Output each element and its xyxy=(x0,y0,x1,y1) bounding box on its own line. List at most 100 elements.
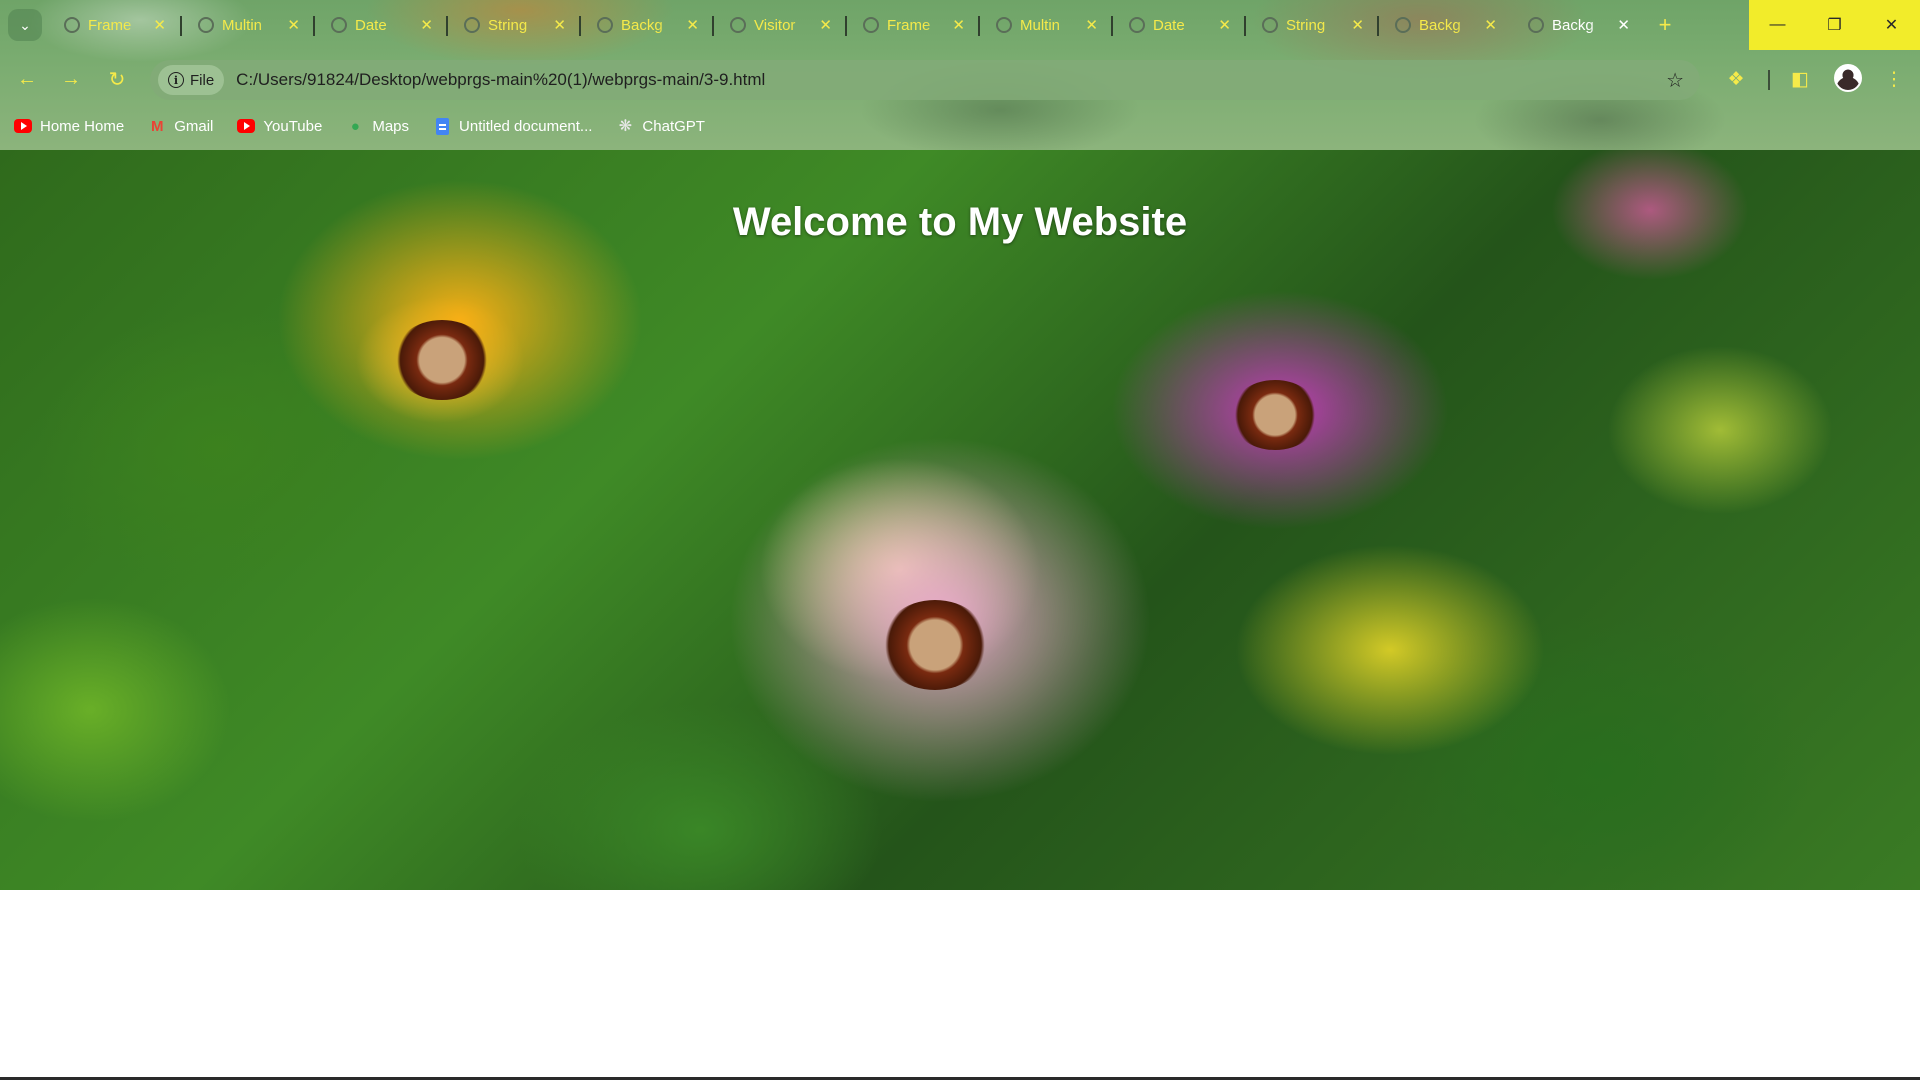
site-info-chip[interactable]: i File xyxy=(158,65,225,95)
tab-separator xyxy=(180,16,182,36)
globe-icon xyxy=(1262,17,1278,33)
close-window-button[interactable]: ✕ xyxy=(1863,0,1920,50)
globe-icon xyxy=(198,17,214,33)
tab[interactable]: Date ✕ xyxy=(1117,8,1241,42)
tab-search-button[interactable]: ⌄ xyxy=(8,9,42,41)
tab-separator xyxy=(446,16,448,36)
tab[interactable]: Backg ✕ xyxy=(1383,8,1507,42)
side-panel-icon[interactable]: ◧ xyxy=(1786,65,1814,93)
browser-chrome: ⌄ Frame ✕ Multin ✕ Date ✕ String ✕ Backg xyxy=(0,0,1920,150)
close-tab-icon[interactable]: ✕ xyxy=(819,16,832,34)
bookmark-label: Gmail xyxy=(174,117,214,135)
globe-icon xyxy=(597,17,613,33)
bookmark-home-home[interactable]: Home Home xyxy=(14,118,124,135)
globe-icon xyxy=(1395,17,1411,33)
docs-icon xyxy=(433,117,451,135)
tab-title: Backg xyxy=(621,16,663,34)
bookmark-gmail[interactable]: M Gmail xyxy=(148,118,213,135)
url-text[interactable]: C:/Users/91824/Desktop/webprgs-main%20(1… xyxy=(236,70,765,90)
tab-title: Frame xyxy=(88,16,132,34)
youtube-icon xyxy=(237,119,256,133)
close-tab-icon[interactable]: ✕ xyxy=(1617,16,1630,34)
tab-separator xyxy=(1377,16,1379,36)
tab-title: Multin xyxy=(222,16,263,34)
close-tab-icon[interactable]: ✕ xyxy=(153,16,166,34)
globe-icon xyxy=(64,17,80,33)
bookmark-untitled-document[interactable]: Untitled document... xyxy=(433,117,592,135)
info-icon: i xyxy=(168,72,184,88)
bookmark-label: ChatGPT xyxy=(642,117,705,135)
close-tab-icon[interactable]: ✕ xyxy=(287,16,300,34)
forward-button[interactable]: → xyxy=(56,64,86,94)
toolbar: ← → ↻ i File C:/Users/91824/Desktop/webp… xyxy=(0,58,1920,100)
tab-title: Visitor xyxy=(754,16,796,34)
tab-separator xyxy=(1111,16,1113,36)
arrow-right-icon: → xyxy=(61,67,81,90)
tab-title: String xyxy=(488,16,528,34)
back-button[interactable]: ← xyxy=(12,64,42,94)
minimize-button[interactable]: — xyxy=(1749,0,1806,50)
site-chip-label: File xyxy=(190,71,215,89)
restore-button[interactable]: ❐ xyxy=(1806,0,1863,50)
tab-title: Frame xyxy=(887,16,931,34)
hero-background-image: Welcome to My Website xyxy=(0,150,1920,890)
restore-icon: ❐ xyxy=(1827,17,1842,34)
menu-kebab-icon[interactable]: ⋮ xyxy=(1880,65,1908,93)
new-tab-button[interactable]: + xyxy=(1650,10,1680,40)
bookmark-chatgpt[interactable]: ❋ ChatGPT xyxy=(616,117,705,136)
bookmark-star-icon[interactable]: ☆ xyxy=(1666,68,1684,93)
tab-title: Backg xyxy=(1552,16,1594,34)
tab-title: Date xyxy=(1153,16,1185,34)
chatgpt-icon: ❋ xyxy=(618,118,633,135)
close-tab-icon[interactable]: ✕ xyxy=(420,16,433,34)
tab-separator xyxy=(978,16,980,36)
flower-center xyxy=(1230,380,1320,450)
tab[interactable]: Date ✕ xyxy=(319,8,443,42)
tab-title: Date xyxy=(355,16,387,34)
tab[interactable]: Frame ✕ xyxy=(851,8,975,42)
arrow-left-icon: ← xyxy=(17,67,37,90)
tab-separator xyxy=(313,16,315,36)
tab-title: String xyxy=(1286,16,1326,34)
tab-active[interactable]: Backg ✕ xyxy=(1516,8,1640,42)
globe-icon xyxy=(331,17,347,33)
tab-separator xyxy=(579,16,581,36)
flower-center xyxy=(880,600,990,690)
close-tab-icon[interactable]: ✕ xyxy=(1218,16,1231,34)
maps-icon: ● xyxy=(350,117,360,135)
tab[interactable]: String ✕ xyxy=(452,8,576,42)
close-tab-icon[interactable]: ✕ xyxy=(1484,16,1497,34)
bookmark-label: Maps xyxy=(372,117,410,135)
bookmark-youtube[interactable]: YouTube xyxy=(237,118,322,135)
tab[interactable]: Multin ✕ xyxy=(984,8,1108,42)
tab[interactable]: Visitor ✕ xyxy=(718,8,842,42)
tab[interactable]: Backg ✕ xyxy=(585,8,709,42)
reload-button[interactable]: ↻ xyxy=(102,64,132,94)
close-tab-icon[interactable]: ✕ xyxy=(553,16,566,34)
close-tab-icon[interactable]: ✕ xyxy=(1351,16,1364,34)
address-bar[interactable]: i File C:/Users/91824/Desktop/webprgs-ma… xyxy=(150,60,1700,100)
bookmark-maps[interactable]: ● Maps xyxy=(346,118,409,135)
minimize-icon: — xyxy=(1769,16,1786,33)
page-heading: Welcome to My Website xyxy=(732,200,1188,244)
globe-icon xyxy=(464,17,480,33)
tab[interactable]: Frame ✕ xyxy=(52,8,176,42)
tab-strip: ⌄ Frame ✕ Multin ✕ Date ✕ String ✕ Backg xyxy=(0,0,1920,50)
profile-avatar[interactable] xyxy=(1834,64,1862,92)
tab-separator xyxy=(1244,16,1246,36)
extensions-icon[interactable]: ❖ xyxy=(1722,65,1750,93)
globe-icon xyxy=(996,17,1012,33)
close-tab-icon[interactable]: ✕ xyxy=(1085,16,1098,34)
close-tab-icon[interactable]: ✕ xyxy=(686,16,699,34)
gmail-icon: M xyxy=(150,117,164,135)
tab-title: Backg xyxy=(1419,16,1461,34)
flower-center xyxy=(392,320,492,400)
close-tab-icon[interactable]: ✕ xyxy=(952,16,965,34)
reload-icon: ↻ xyxy=(108,68,126,91)
tab[interactable]: Multin ✕ xyxy=(186,8,310,42)
tab[interactable]: String ✕ xyxy=(1250,8,1374,42)
globe-icon xyxy=(1129,17,1145,33)
plus-icon: + xyxy=(1658,12,1672,37)
toolbar-divider xyxy=(1768,70,1770,90)
globe-icon xyxy=(1528,17,1544,33)
